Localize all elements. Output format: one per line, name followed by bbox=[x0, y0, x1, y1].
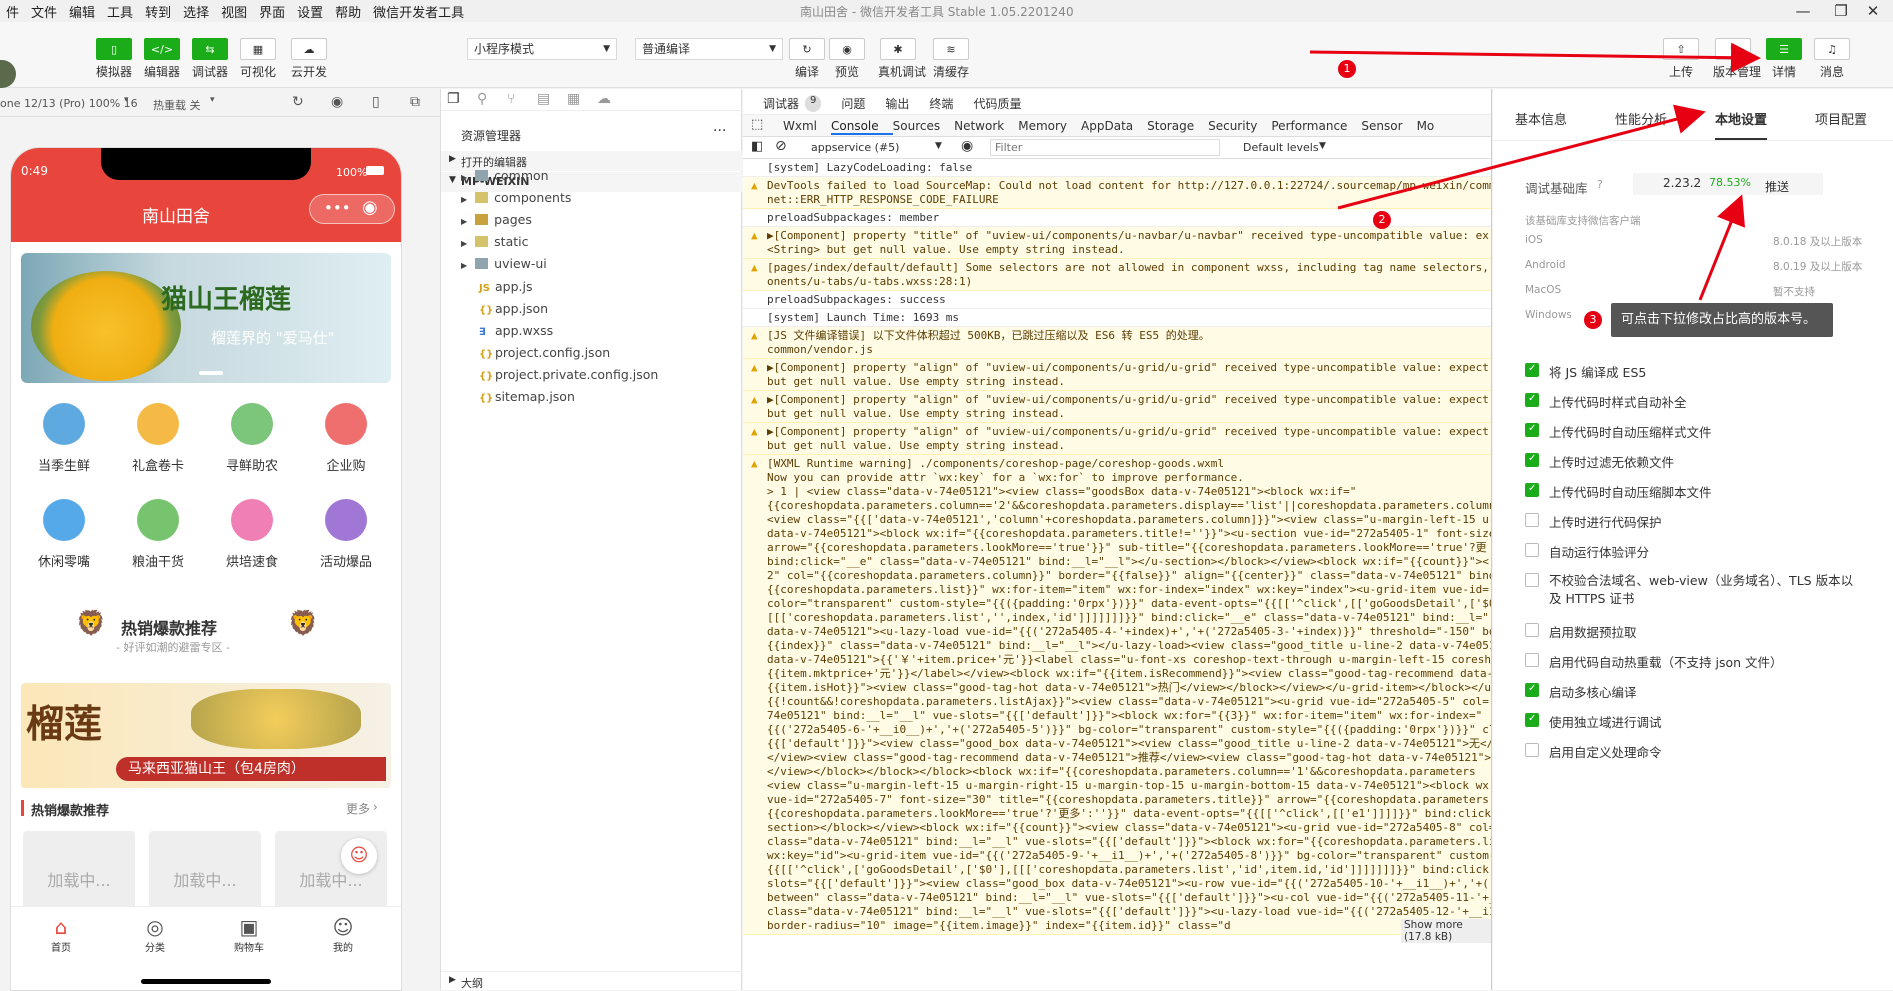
annotation-badge: 1 bbox=[1338, 60, 1356, 78]
annotation-badge: 2 bbox=[1373, 211, 1391, 229]
annotation-arrows bbox=[1309, 42, 1761, 301]
annotation-badge: 3 bbox=[1584, 311, 1602, 329]
